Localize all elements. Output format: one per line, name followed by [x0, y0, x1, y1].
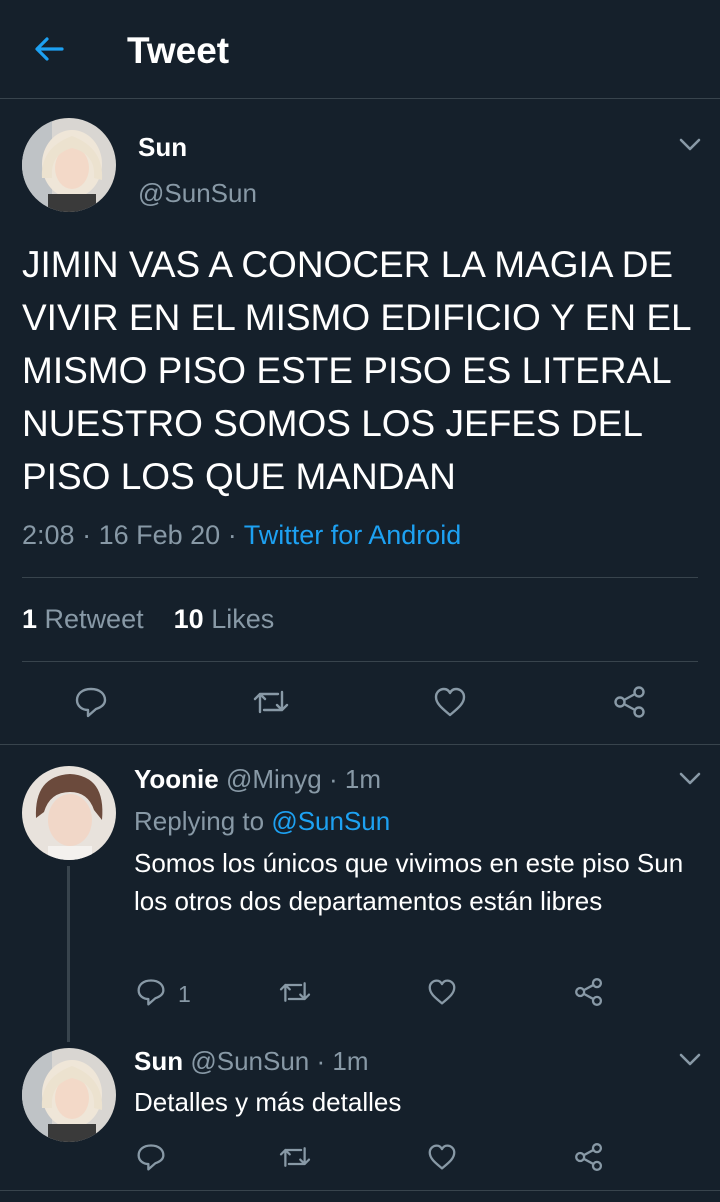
- like-icon[interactable]: [433, 686, 467, 718]
- like-icon[interactable]: [427, 1143, 457, 1171]
- reply-time: 1m: [332, 1046, 369, 1076]
- chevron-down-icon[interactable]: [679, 772, 701, 786]
- back-arrow-icon[interactable]: [32, 32, 66, 66]
- separator: ·: [227, 520, 237, 550]
- divider: [22, 661, 698, 662]
- reply-author-name[interactable]: Sun: [134, 1046, 183, 1076]
- divider: [22, 577, 698, 578]
- replying-to-label: Replying to: [134, 806, 265, 836]
- divider: [0, 1190, 720, 1191]
- like-icon[interactable]: [427, 978, 457, 1006]
- retweet-icon[interactable]: [252, 686, 290, 718]
- reply-time: 1m: [344, 764, 381, 794]
- tweet-stats: 1 Retweet 10 Likes: [22, 604, 274, 635]
- avatar[interactable]: [22, 766, 116, 860]
- retweet-icon[interactable]: [278, 1143, 312, 1171]
- separator: ·: [82, 520, 92, 550]
- likes-label: Likes: [211, 604, 275, 634]
- reply-text: Somos los únicos que vivimos en este pis…: [134, 848, 684, 916]
- chevron-down-icon[interactable]: [679, 138, 701, 152]
- avatar[interactable]: [22, 118, 116, 212]
- retweet-icon[interactable]: [278, 978, 312, 1006]
- replying-to-link[interactable]: @SunSun: [271, 806, 390, 836]
- reply-icon[interactable]: [74, 685, 108, 719]
- retweets-stat[interactable]: 1 Retweet: [22, 604, 144, 634]
- replying-to: Replying to @SunSun: [134, 806, 390, 837]
- likes-stat[interactable]: 10 Likes: [174, 604, 275, 634]
- reply-author-handle[interactable]: @Minyg: [226, 764, 322, 794]
- reply-icon[interactable]: [136, 1142, 166, 1172]
- retweets-label: Retweet: [44, 604, 144, 634]
- share-icon[interactable]: [573, 1142, 605, 1172]
- header-bar: Tweet: [0, 0, 720, 99]
- tweet-source-link[interactable]: Twitter for Android: [244, 520, 462, 550]
- reply-count: 1: [178, 981, 191, 1007]
- reply-author-handle[interactable]: @SunSun: [190, 1046, 309, 1076]
- tweet-date: 16 Feb 20: [98, 520, 221, 550]
- thread-line: [67, 866, 70, 1042]
- reply-text: Detalles y más detalles: [134, 1087, 402, 1117]
- reply-header: Yoonie @Minyg · 1m: [134, 764, 381, 795]
- tweet-time: 2:08: [22, 520, 75, 550]
- tweet-text: JIMIN VAS A CONOCER LA MAGIA DE VIVIR EN…: [22, 244, 691, 497]
- page-title: Tweet: [127, 30, 230, 71]
- retweets-count: 1: [22, 604, 38, 634]
- avatar[interactable]: [22, 1048, 116, 1142]
- author-name[interactable]: Sun: [138, 132, 187, 163]
- separator: ·: [316, 1046, 326, 1076]
- chevron-down-icon[interactable]: [679, 1053, 701, 1067]
- reply-author-name[interactable]: Yoonie: [134, 764, 219, 794]
- reply-header: Sun @SunSun · 1m: [134, 1046, 369, 1077]
- tweet-meta: 2:08 · 16 Feb 20 · Twitter for Android: [22, 520, 461, 551]
- author-handle[interactable]: @SunSun: [138, 178, 257, 209]
- share-icon[interactable]: [573, 977, 605, 1007]
- share-icon[interactable]: [612, 685, 648, 719]
- divider: [0, 744, 720, 745]
- reply-icon[interactable]: [136, 977, 166, 1007]
- likes-count: 10: [173, 604, 204, 634]
- separator: ·: [328, 764, 338, 794]
